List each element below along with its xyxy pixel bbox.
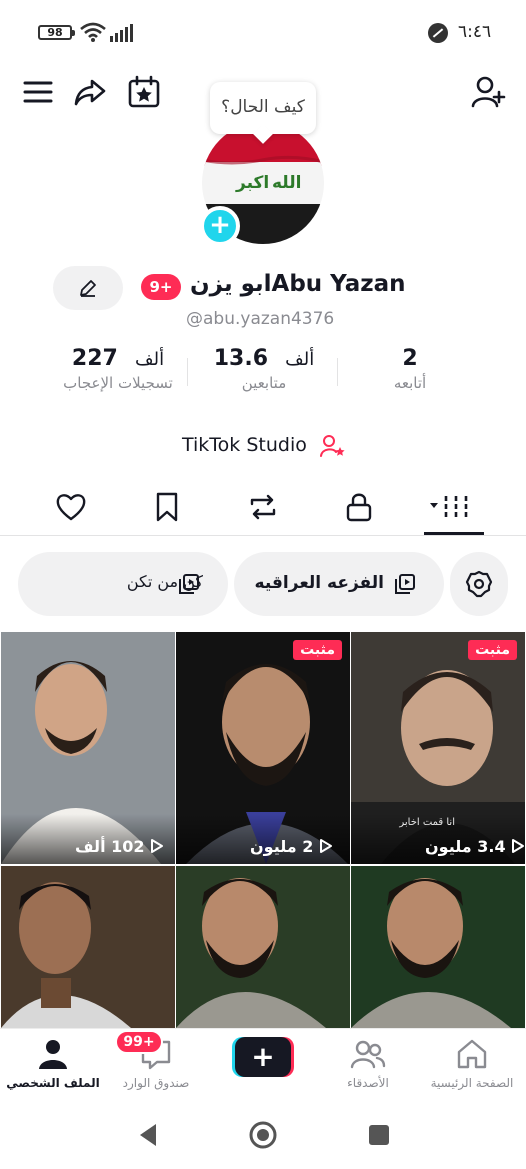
play-icon (319, 839, 332, 853)
nav-friends[interactable]: الأصدقاء (320, 1038, 416, 1090)
video-frame (176, 866, 350, 1028)
create-button[interactable]: + (232, 1037, 294, 1077)
display-name: ابو يزنAbu Yazan (190, 271, 406, 297)
video-frame (1, 866, 175, 1028)
play-icon (512, 839, 525, 853)
videos-tab[interactable] (428, 490, 474, 524)
play-icon (151, 839, 164, 853)
playlist-settings-button[interactable] (450, 552, 508, 616)
inbox-badge: 99+ (115, 1030, 163, 1054)
tiktok-studio-link[interactable]: TikTok Studio (182, 434, 307, 456)
playlist-chip-1[interactable]: الفزعه العراقيه (234, 552, 444, 616)
clock: ٦:٤٦ (458, 22, 492, 42)
video-thumbnail[interactable]: 102 ألف (1, 632, 175, 864)
pinned-badge: مثبت (293, 640, 342, 660)
share-icon[interactable] (72, 74, 108, 110)
grid-icon (430, 496, 468, 518)
lock-icon (346, 493, 372, 522)
nav-profile[interactable]: الملف الشخصي (5, 1038, 101, 1090)
playlist-icon (395, 574, 415, 594)
followers-label: متابعين (241, 374, 287, 392)
video-thumbnail[interactable]: مثبت 2 مليون (176, 632, 350, 864)
svg-text:الله: الله (272, 173, 301, 193)
calendar-star-icon[interactable] (126, 74, 162, 110)
bookmark-icon (156, 492, 178, 522)
likes-count: 227 (71, 346, 118, 371)
video-frame (351, 866, 525, 1028)
svg-text:اكبر: اكبر (235, 173, 269, 193)
add-story-button[interactable]: + (200, 206, 240, 246)
status-bubble[interactable]: كيف الحال؟ (210, 82, 316, 134)
video-thumbnail[interactable] (176, 866, 350, 1028)
heart-icon (56, 494, 86, 521)
video-caption: انا قمت اخابر (399, 817, 455, 828)
back-icon[interactable] (136, 1122, 160, 1148)
playlist-icon (179, 574, 199, 594)
add-friend-icon[interactable] (470, 74, 506, 110)
view-count-text: 3.4 مليون (425, 837, 506, 856)
username: @abu.yazan4376 (186, 309, 335, 329)
wifi-icon (80, 22, 106, 42)
stats-divider (337, 358, 338, 386)
video-thumbnail[interactable] (351, 866, 525, 1028)
following-count: 2 (402, 346, 418, 371)
followers-stat[interactable]: ألف 13.6 متابعين (204, 346, 324, 392)
tabs-divider (0, 535, 526, 536)
pencil-icon (80, 280, 96, 297)
video-thumbnail[interactable]: مثبت انا قمت اخابر 3.4 مليون (351, 632, 525, 864)
studio-person-star-icon (320, 435, 345, 457)
repost-icon (250, 494, 276, 520)
create-plus-icon: + (251, 1040, 275, 1073)
nav-friends-label: الأصدقاء (347, 1076, 389, 1090)
recents-icon[interactable] (368, 1124, 390, 1146)
battery-icon: 98 (38, 25, 75, 40)
likes-stat: ألف 227 تسجيلات الإعجاب (56, 346, 180, 392)
view-count: 102 ألف (75, 837, 164, 856)
stats-divider (187, 358, 188, 386)
video-thumbnail[interactable] (1, 866, 175, 1028)
nav-profile-label: الملف الشخصي (6, 1076, 100, 1090)
friends-icon (350, 1040, 386, 1069)
likes-unit: ألف (134, 349, 165, 370)
followers-unit: ألف (285, 349, 315, 370)
view-count: 3.4 مليون (425, 837, 525, 856)
do-not-disturb-icon (428, 23, 448, 43)
edit-profile-button[interactable] (53, 266, 123, 310)
nav-home-label: الصفحة الرئيسية (430, 1076, 514, 1090)
reposts-tab[interactable] (246, 490, 280, 524)
nav-inbox-label: صندوق الوارد (122, 1076, 190, 1090)
view-count-text: 102 ألف (75, 837, 145, 856)
home-icon (457, 1039, 487, 1069)
liked-tab[interactable] (54, 490, 88, 524)
playlist-chip-2[interactable]: كن من تكن (18, 552, 228, 616)
view-count: 2 مليون (250, 837, 333, 856)
following-stat[interactable]: 2 أتابعه (370, 346, 450, 392)
notification-badge[interactable]: 9+ (141, 274, 181, 300)
following-label: أتابعه (393, 374, 427, 392)
signal-icon (110, 24, 133, 42)
menu-icon[interactable] (20, 74, 56, 110)
private-tab[interactable] (342, 490, 376, 524)
home-circle-icon[interactable] (248, 1120, 278, 1150)
nav-home[interactable]: الصفحة الرئيسية (424, 1038, 520, 1090)
favorites-tab[interactable] (150, 490, 184, 524)
view-count-text: 2 مليون (250, 837, 314, 856)
system-nav-bar (0, 1104, 526, 1169)
status-bar: 98 ٦:٤٦ (0, 0, 526, 62)
pinned-badge: مثبت (468, 640, 517, 660)
playlist-label: الفزعه العراقيه (254, 573, 384, 593)
followers-count: 13.6 (213, 346, 269, 371)
profile-icon (39, 1040, 67, 1069)
gear-icon (465, 570, 493, 598)
likes-label: تسجيلات الإعجاب (63, 374, 173, 392)
